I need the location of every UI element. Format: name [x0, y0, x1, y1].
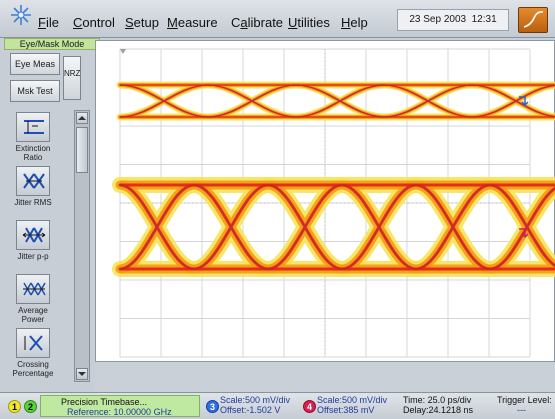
- jitter-rms-label: Jitter RMS: [14, 198, 52, 207]
- extinction-ratio-tool[interactable]: Extinction Ratio: [8, 112, 64, 162]
- jitter-rms-icon: [23, 173, 45, 189]
- crossing-percentage-tool[interactable]: Crossing Percentage: [8, 328, 64, 378]
- menu-control[interactable]: Control: [73, 15, 115, 30]
- menu-calibrate[interactable]: Calibrate: [231, 15, 283, 30]
- waveform-icon: [523, 11, 544, 28]
- menu-utilities[interactable]: Utilities: [288, 15, 330, 30]
- trigger-marker: [120, 49, 126, 54]
- channel-1-badge[interactable]: 1: [8, 400, 21, 413]
- trigger-level-value: ---: [517, 405, 526, 415]
- mode-tab[interactable]: Eye/Mask Mode: [4, 38, 100, 50]
- nrz-label: NRZ: [64, 69, 81, 78]
- measurement-toolbar: Extinction Ratio Jitter RMS Jitter p-p A…: [6, 108, 66, 384]
- trigger-level-label[interactable]: Trigger Level:: [497, 395, 552, 405]
- jitter-pp-button[interactable]: [16, 220, 50, 250]
- timebase-panel[interactable]: Precision Timebase... Reference: 10.0000…: [40, 395, 200, 417]
- date-text: 23 Sep 2003: [409, 14, 467, 25]
- menu-bar: File Control Setup Measure Calibrate Uti…: [0, 0, 555, 38]
- average-power-tool[interactable]: Average Power: [8, 274, 64, 324]
- menu-measure[interactable]: Measure: [167, 15, 218, 30]
- time-text: 12:31: [471, 14, 497, 25]
- crossing-percentage-button[interactable]: [16, 328, 50, 358]
- ch3-scale[interactable]: Scale:500 mV/div: [220, 395, 290, 405]
- scroll-down-arrow-icon[interactable]: [76, 368, 88, 380]
- display-lower-band: [95, 362, 555, 392]
- menu-setup[interactable]: Setup: [125, 15, 159, 30]
- timebase-title: Precision Timebase...: [61, 397, 148, 407]
- status-bar: 1 2 Precision Timebase... Reference: 10.…: [0, 392, 555, 419]
- msk-test-label: Msk Test: [17, 86, 53, 96]
- trigger-delay[interactable]: Delay:24.1218 ns: [403, 405, 473, 415]
- crossing-percentage-icon: [24, 335, 43, 351]
- nrz-button[interactable]: NRZ: [63, 56, 81, 100]
- time-per-div[interactable]: Time: 25.0 ps/div: [403, 395, 471, 405]
- average-power-icon: [23, 282, 46, 296]
- msk-test-button[interactable]: Msk Test: [10, 80, 60, 102]
- timebase-reference: Reference: 10.00000 GHz: [67, 407, 172, 417]
- scope-display[interactable]: [95, 40, 555, 362]
- average-power-button[interactable]: [16, 274, 50, 304]
- menu-file[interactable]: File: [38, 15, 59, 30]
- tool-scrollbar[interactable]: [74, 110, 90, 382]
- jitter-pp-icon: [22, 227, 46, 243]
- crossing-percentage-label: Crossing Percentage: [12, 360, 54, 378]
- extinction-ratio-icon: [24, 120, 44, 134]
- ch3-offset[interactable]: Offset:-1.502 V: [220, 405, 280, 415]
- channel-4-badge[interactable]: 4: [303, 400, 316, 413]
- extinction-ratio-label: Extinction Ratio: [15, 144, 51, 162]
- agilent-logo-icon: [11, 5, 31, 25]
- jitter-rms-tool[interactable]: Jitter RMS: [8, 166, 64, 216]
- ch4-offset[interactable]: Offset:385 mV: [317, 405, 374, 415]
- jitter-pp-tool[interactable]: Jitter p-p: [8, 220, 64, 270]
- jitter-pp-label: Jitter p-p: [17, 252, 49, 261]
- jitter-rms-button[interactable]: [16, 166, 50, 196]
- eye-meas-button[interactable]: Eye Meas: [10, 53, 60, 75]
- extinction-ratio-button[interactable]: [16, 112, 50, 142]
- date-time-display: 23 Sep 2003 12:31: [397, 9, 509, 31]
- average-power-label: Average Power: [18, 306, 48, 324]
- menu-help[interactable]: Help: [341, 15, 368, 30]
- eye-meas-label: Eye Meas: [14, 59, 56, 69]
- scroll-up-arrow-icon[interactable]: [76, 112, 88, 124]
- eye-diagram-plot: [112, 48, 555, 358]
- ch4-scale[interactable]: Scale:500 mV/div: [317, 395, 387, 405]
- channel-3-badge[interactable]: 3: [206, 400, 219, 413]
- scope-mode-button[interactable]: [518, 7, 548, 33]
- scroll-thumb[interactable]: [76, 127, 88, 173]
- channel-2-badge[interactable]: 2: [24, 400, 37, 413]
